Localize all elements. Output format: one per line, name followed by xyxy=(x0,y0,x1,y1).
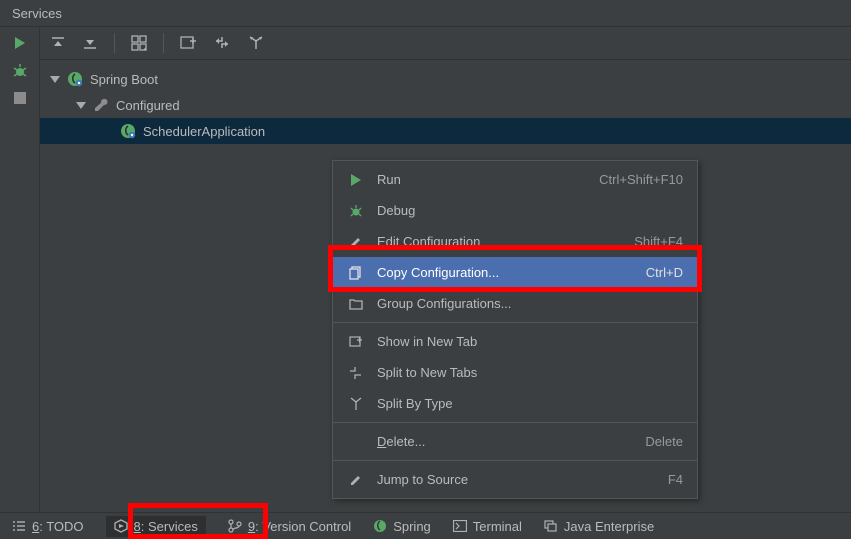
branch-icon xyxy=(228,519,242,533)
status-terminal[interactable]: Terminal xyxy=(453,519,522,534)
split-type-icon[interactable] xyxy=(248,35,266,51)
status-vcs[interactable]: 9: Version Control xyxy=(228,519,351,534)
menu-label: Copy Configuration... xyxy=(377,265,634,280)
status-label: 6: TODO xyxy=(32,519,84,534)
menu-separator xyxy=(333,322,697,323)
status-label: Spring xyxy=(393,519,431,534)
status-label: 8: Services xyxy=(134,519,198,534)
open-tab-icon[interactable] xyxy=(180,35,198,51)
menu-shortcut: Ctrl+D xyxy=(646,265,683,280)
menu-debug[interactable]: Debug xyxy=(333,195,697,226)
context-menu: Run Ctrl+Shift+F10 Debug Edit Configurat… xyxy=(332,160,698,499)
menu-copy-config[interactable]: Copy Configuration... Ctrl+D xyxy=(333,257,697,288)
menu-show-new-tab[interactable]: Show in New Tab xyxy=(333,326,697,357)
group-by-icon[interactable] xyxy=(131,35,147,51)
menu-label: Group Configurations... xyxy=(377,296,671,311)
menu-separator xyxy=(333,422,697,423)
status-label: Java Enterprise xyxy=(564,519,654,534)
chevron-down-icon[interactable] xyxy=(76,102,86,109)
services-icon xyxy=(114,519,128,533)
menu-label: Debug xyxy=(377,203,671,218)
stop-icon[interactable] xyxy=(13,91,27,105)
menu-split-by-type[interactable]: Split By Type xyxy=(333,388,697,419)
menu-jump-source[interactable]: Jump to Source F4 xyxy=(333,464,697,495)
split-tab-icon[interactable] xyxy=(214,35,232,51)
menu-separator xyxy=(333,460,697,461)
open-tab-icon xyxy=(347,335,365,349)
tree-node-configured[interactable]: Configured xyxy=(40,92,851,118)
debug-icon[interactable] xyxy=(12,63,28,79)
menu-shortcut: Shift+F4 xyxy=(634,234,683,249)
expand-all-icon[interactable] xyxy=(50,35,66,51)
status-java-enterprise[interactable]: Java Enterprise xyxy=(544,519,654,534)
split-tab-icon xyxy=(347,366,365,380)
status-label: 9: Version Control xyxy=(248,519,351,534)
spring-boot-icon xyxy=(66,70,84,88)
tree-label: Configured xyxy=(116,98,180,113)
spring-boot-icon xyxy=(119,122,137,140)
toolbar xyxy=(40,27,851,60)
toolbar-separator xyxy=(163,33,164,53)
status-todo[interactable]: 6: TODO xyxy=(12,519,84,534)
list-icon xyxy=(12,520,26,532)
layers-icon xyxy=(544,520,558,532)
menu-shortcut: Ctrl+Shift+F10 xyxy=(599,172,683,187)
debug-icon xyxy=(347,204,365,218)
chevron-down-icon[interactable] xyxy=(50,76,60,83)
pencil-icon xyxy=(347,473,365,487)
tree-label: SchedulerApplication xyxy=(143,124,265,139)
menu-run[interactable]: Run Ctrl+Shift+F10 xyxy=(333,164,697,195)
menu-shortcut: Delete xyxy=(645,434,683,449)
run-icon[interactable] xyxy=(12,35,28,51)
panel-title: Services xyxy=(12,6,62,21)
panel-header: Services xyxy=(0,0,851,27)
terminal-icon xyxy=(453,520,467,532)
menu-label: Edit Configuration xyxy=(377,234,622,249)
spring-icon xyxy=(373,519,387,533)
menu-label: Run xyxy=(377,172,587,187)
run-icon xyxy=(347,173,365,187)
folder-icon xyxy=(347,297,365,311)
menu-label: Jump to Source xyxy=(377,472,656,487)
menu-delete[interactable]: Delete... Delete xyxy=(333,426,697,457)
wrench-icon xyxy=(92,96,110,114)
tree-node-app[interactable]: SchedulerApplication xyxy=(40,118,851,144)
gutter xyxy=(0,27,40,512)
menu-label: Split to New Tabs xyxy=(377,365,671,380)
copy-icon xyxy=(347,266,365,280)
menu-label: Split By Type xyxy=(377,396,671,411)
statusbar: 6: TODO 8: Services 9: Version Control S… xyxy=(0,512,851,539)
menu-split-new-tabs[interactable]: Split to New Tabs xyxy=(333,357,697,388)
menu-label: Delete... xyxy=(377,434,633,449)
menu-edit-config[interactable]: Edit Configuration Shift+F4 xyxy=(333,226,697,257)
status-spring[interactable]: Spring xyxy=(373,519,431,534)
pencil-icon xyxy=(347,235,365,249)
menu-label: Show in New Tab xyxy=(377,334,671,349)
toolbar-separator xyxy=(114,33,115,53)
collapse-all-icon[interactable] xyxy=(82,35,98,51)
menu-shortcut: F4 xyxy=(668,472,683,487)
tree-label: Spring Boot xyxy=(90,72,158,87)
split-type-icon xyxy=(347,397,365,411)
menu-group-config[interactable]: Group Configurations... xyxy=(333,288,697,319)
status-services[interactable]: 8: Services xyxy=(106,516,206,537)
tree-node-springboot[interactable]: Spring Boot xyxy=(40,66,851,92)
status-label: Terminal xyxy=(473,519,522,534)
